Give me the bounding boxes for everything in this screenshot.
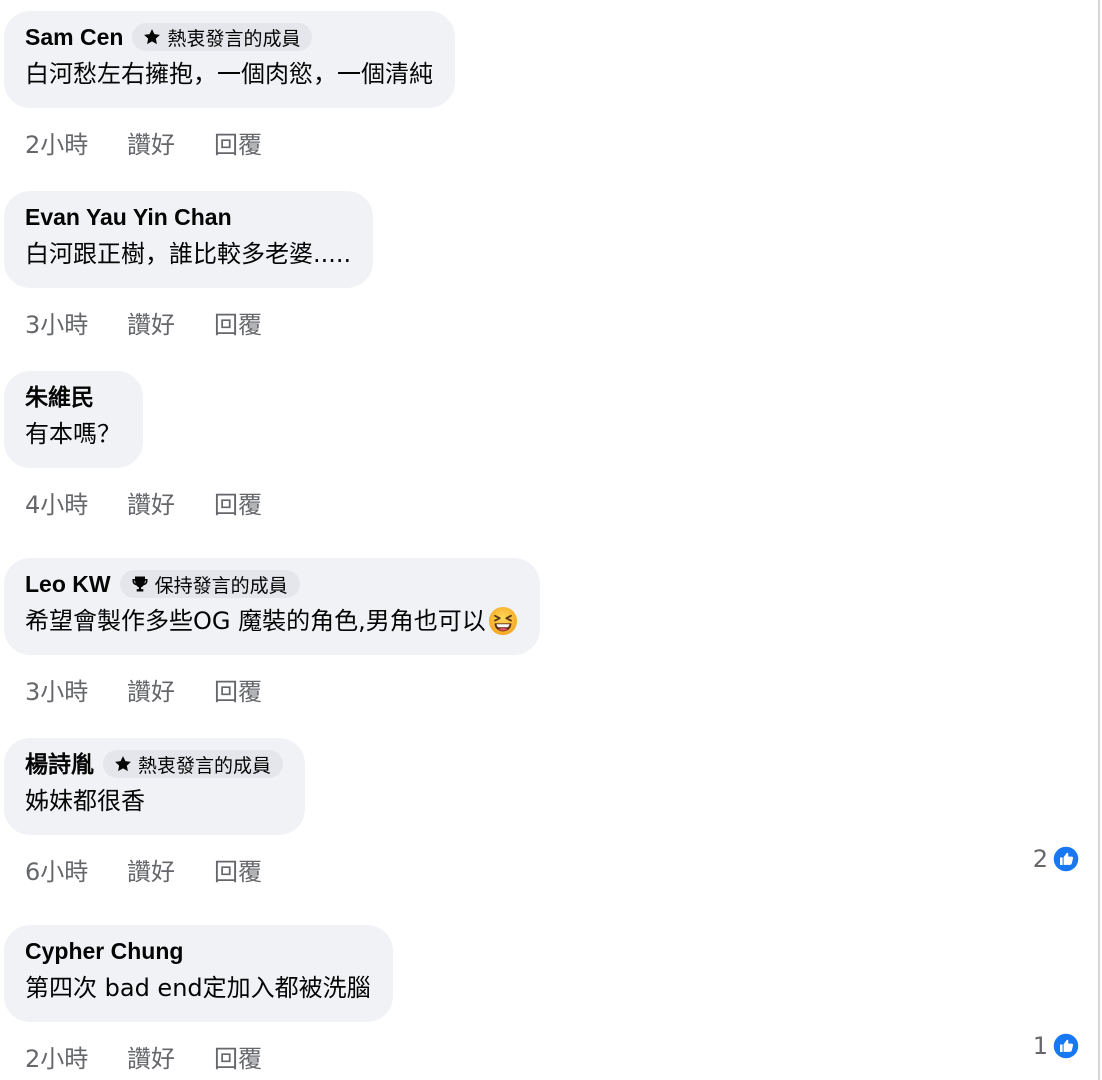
- comment-bubble: Evan Yau Yin Chan 白河跟正樹，誰比較多老婆.....: [4, 191, 374, 288]
- trophy-icon: [132, 576, 148, 592]
- comment-bubble: 楊詩胤 熱衷發言的成員 姊妹都很香: [4, 738, 306, 835]
- like-button[interactable]: 讚好: [127, 485, 214, 520]
- like-button[interactable]: 讚好: [127, 852, 214, 887]
- like-button[interactable]: 讚好: [127, 305, 214, 340]
- comment-actions: 6小時 讚好 回覆 2: [4, 845, 1094, 889]
- reaction-count: 2: [1032, 845, 1048, 873]
- scrollbar-edge: [1098, 0, 1100, 1080]
- comment-bubble: 朱維民 有本嗎？: [4, 371, 143, 468]
- comment-text: 白河跟正樹，誰比較多老婆.....: [25, 240, 352, 268]
- comment-author[interactable]: Sam Cen: [25, 22, 123, 52]
- badge-label: 保持發言的成員: [154, 574, 288, 597]
- comment-author[interactable]: 楊詩胤: [25, 749, 94, 779]
- badge-label: 熱衷發言的成員: [138, 754, 272, 777]
- comment-text: 希望會製作多些OG 魔裝的角色,男角也可以: [25, 600, 518, 642]
- reply-button[interactable]: 回覆: [214, 125, 262, 160]
- comment-timestamp[interactable]: 3小時: [25, 305, 127, 340]
- comment-actions: 4小時 讚好 回覆: [4, 482, 1094, 522]
- comment-timestamp[interactable]: 6小時: [25, 852, 127, 887]
- comment-actions: 3小時 讚好 回覆: [4, 302, 1094, 342]
- comment-text: 第四次 bad end定加入都被洗腦: [25, 974, 371, 1002]
- star-icon: [115, 756, 131, 772]
- comment-text: 姊妹都很香: [25, 787, 145, 815]
- like-button[interactable]: 讚好: [127, 125, 214, 160]
- comment-timestamp[interactable]: 2小時: [25, 1039, 127, 1074]
- member-badge[interactable]: 熱衷發言的成員: [103, 750, 284, 778]
- comment-bubble: Leo KW 保持發言的成員 希望會製作多些OG 魔裝的角色,男角也可以: [4, 558, 540, 655]
- comment-text-body: 希望會製作多些OG 魔裝的角色,男角也可以: [25, 607, 486, 635]
- comment-item: 楊詩胤 熱衷發言的成員 姊妹都很香 6小時 讚好 回覆 2: [4, 738, 1094, 889]
- like-button[interactable]: 讚好: [127, 672, 214, 707]
- comment-item: Sam Cen 熱衷發言的成員 白河愁左右擁抱，一個肉慾，一個清純 2小時 讚好…: [4, 11, 1094, 162]
- comment-author[interactable]: 朱維民: [25, 382, 94, 412]
- comment-bubble: Cypher Chung 第四次 bad end定加入都被洗腦: [4, 925, 393, 1022]
- thumbs-up-icon: [1052, 1032, 1080, 1060]
- comment-bubble: Sam Cen 熱衷發言的成員 白河愁左右擁抱，一個肉慾，一個清純: [4, 11, 455, 108]
- reaction-summary[interactable]: 1: [1033, 1032, 1080, 1060]
- badge-label: 熱衷發言的成員: [167, 27, 301, 50]
- comment-timestamp[interactable]: 2小時: [25, 125, 127, 160]
- reaction-count: 1: [1032, 1032, 1048, 1060]
- comment-actions: 2小時 讚好 回覆 1: [4, 1032, 1094, 1076]
- comment-author[interactable]: Cypher Chung: [25, 936, 183, 966]
- comment-actions: 3小時 讚好 回覆: [4, 669, 1094, 709]
- star-icon: [144, 29, 161, 45]
- comment-item: 朱維民 有本嗎？ 4小時 讚好 回覆: [4, 371, 1094, 522]
- comment-author[interactable]: Leo KW: [25, 569, 111, 599]
- reply-button[interactable]: 回覆: [214, 305, 262, 340]
- reply-button[interactable]: 回覆: [214, 1039, 262, 1074]
- reply-button[interactable]: 回覆: [214, 672, 262, 707]
- reaction-summary[interactable]: 2: [1033, 845, 1080, 873]
- laughing-face-emoji: [488, 606, 517, 636]
- comment-text: 有本嗎？: [25, 420, 121, 448]
- comment-text: 白河愁左右擁抱，一個肉慾，一個清純: [25, 60, 433, 88]
- member-badge[interactable]: 熱衷發言的成員: [132, 23, 313, 51]
- comment-timestamp[interactable]: 4小時: [25, 485, 127, 520]
- comment-item: Leo KW 保持發言的成員 希望會製作多些OG 魔裝的角色,男角也可以 3小時…: [4, 558, 1094, 709]
- comment-item: Cypher Chung 第四次 bad end定加入都被洗腦 2小時 讚好 回…: [4, 925, 1094, 1076]
- comment-timestamp[interactable]: 3小時: [25, 672, 127, 707]
- reply-button[interactable]: 回覆: [214, 485, 262, 520]
- comment-item: Evan Yau Yin Chan 白河跟正樹，誰比較多老婆..... 3小時 …: [4, 191, 1094, 342]
- reply-button[interactable]: 回覆: [214, 852, 262, 887]
- thumbs-up-icon: [1052, 845, 1080, 873]
- like-button[interactable]: 讚好: [127, 1039, 214, 1074]
- comment-author[interactable]: Evan Yau Yin Chan: [25, 202, 232, 232]
- comment-actions: 2小時 讚好 回覆: [4, 122, 1094, 162]
- member-badge[interactable]: 保持發言的成員: [119, 570, 300, 598]
